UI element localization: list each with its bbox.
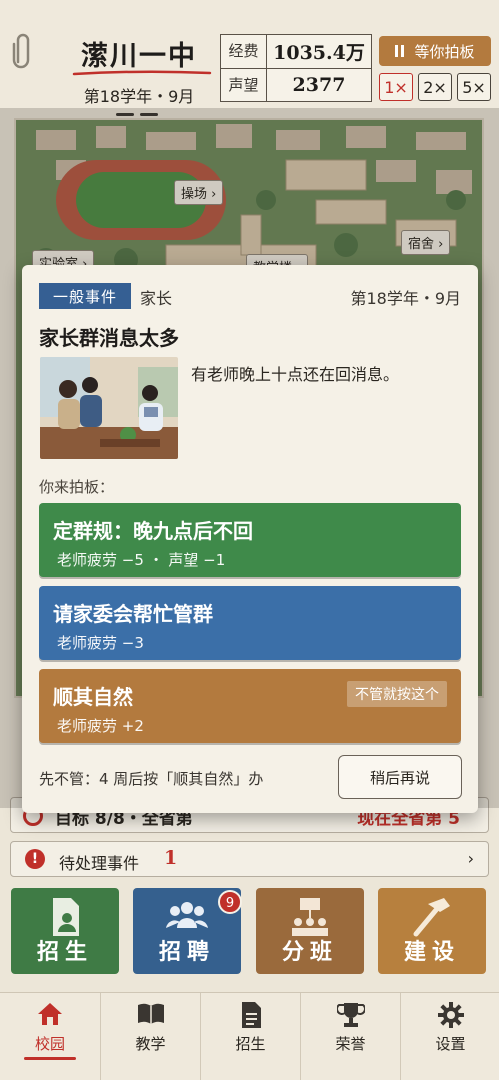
choice-title: 顺其自然 [53, 685, 133, 709]
event-date: 第18学年・9月 [350, 289, 461, 308]
reputation-row: 声望 2377 [221, 68, 371, 101]
nav-settings-label: 设置 [435, 1035, 466, 1053]
choice-title: 请家委会帮忙管群 [53, 602, 213, 626]
event-title: 家长群消息太多 [39, 326, 179, 350]
wait-decision-button[interactable]: 等你拍板 [379, 36, 491, 66]
trophy-icon [336, 1003, 365, 1027]
chevron-right-icon: › [467, 849, 474, 868]
nav-enroll-label: 招生 [235, 1035, 266, 1053]
top-bar: 潆川一中 第18学年・9月 经费 1035.4万 声望 2377 等你拍板 1×… [0, 0, 499, 116]
action-recruit-label: 招聘 [158, 939, 215, 965]
nav-campus[interactable]: 校园 [0, 993, 100, 1080]
school-name: 潆川一中 [81, 41, 197, 72]
stats-panel: 经费 1035.4万 声望 2377 [220, 34, 372, 102]
wait-decision-label: 等你拍板 [414, 42, 475, 61]
event-type-badge: 一般事件 [39, 283, 131, 309]
choice-set-rules-button[interactable]: 定群规：晚九点后不回 老师疲劳 −5 ・ 声望 −1 [39, 503, 461, 577]
nav-honors[interactable]: 荣誉 [300, 993, 400, 1080]
nav-honors-label: 荣誉 [335, 1035, 366, 1053]
speed-5x-button[interactable]: 5× [457, 73, 491, 101]
speed-1x-button[interactable]: 1× [379, 73, 413, 101]
pending-events-bar[interactable]: ! 待处理事件 1 › [10, 841, 489, 877]
title-underline [72, 70, 212, 76]
choice-let-it-be-button[interactable]: 顺其自然 不管就按这个 老师疲劳 +2 [39, 669, 461, 743]
funds-row: 经费 1035.4万 [221, 35, 371, 68]
speed-2x-button[interactable]: 2× [418, 73, 452, 101]
deferral-note: 先不管：4 周后按「顺其自然」办 [39, 770, 264, 788]
action-assign-class-button[interactable]: 分班 [256, 888, 364, 974]
alert-icon: ! [25, 849, 45, 869]
bottom-navigation: 校园 教学 招生 荣誉 设置 [0, 992, 499, 1080]
gear-icon [437, 1002, 464, 1028]
nav-active-indicator [24, 1057, 76, 1060]
action-build-button[interactable]: 建设 [378, 888, 486, 974]
reputation-value: 2377 [292, 74, 346, 96]
class-assign-icon [292, 898, 328, 936]
recruit-icon [166, 902, 208, 928]
event-dialog: 一般事件 家长 第18学年・9月 家长群消息太多 有老师晚上十点还在回消息。 你… [22, 265, 478, 813]
funds-value: 1035.4万 [273, 42, 365, 64]
funds-label: 经费 [221, 35, 267, 68]
event-description: 有老师晚上十点还在回消息。 [191, 365, 400, 384]
home-icon [38, 1003, 62, 1025]
hammer-icon [413, 898, 450, 937]
document-icon [241, 1002, 261, 1028]
action-enroll-button[interactable]: 招生 [11, 888, 119, 974]
nav-enroll[interactable]: 招生 [200, 993, 300, 1080]
event-category: 家长 [140, 289, 173, 308]
pending-events-label: 待处理事件 [59, 854, 140, 873]
choice-title: 定群规：晚九点后不回 [53, 519, 253, 543]
paperclip-icon [12, 33, 30, 69]
pause-icon [395, 45, 405, 57]
enroll-icon [53, 898, 79, 936]
choice-effect: 老师疲劳 +2 [57, 717, 144, 735]
choice-effect: 老师疲劳 −3 [57, 634, 144, 652]
action-enroll-label: 招生 [36, 939, 93, 965]
default-choice-tag: 不管就按这个 [347, 681, 447, 707]
recruit-notification-badge: 9 [218, 890, 242, 914]
choice-prompt: 你来拍板： [39, 478, 115, 496]
book-icon [137, 1003, 164, 1024]
event-illustration [40, 357, 178, 459]
school-title-block: 潆川一中 第18学年・9月 [66, 34, 212, 116]
pending-events-count: 1 [164, 847, 178, 869]
nav-settings[interactable]: 设置 [400, 993, 499, 1080]
decide-later-button[interactable]: 稍后再说 [338, 755, 462, 799]
action-assign-class-label: 分班 [281, 939, 338, 965]
nav-campus-label: 校园 [34, 1035, 65, 1053]
choice-parent-committee-button[interactable]: 请家委会帮忙管群 老师疲劳 −3 [39, 586, 461, 660]
nav-teaching[interactable]: 教学 [100, 993, 200, 1080]
nav-teaching-label: 教学 [135, 1035, 166, 1053]
action-build-label: 建设 [403, 939, 460, 965]
choice-effect: 老师疲劳 −5 ・ 声望 −1 [57, 551, 226, 569]
reputation-label: 声望 [221, 69, 267, 101]
